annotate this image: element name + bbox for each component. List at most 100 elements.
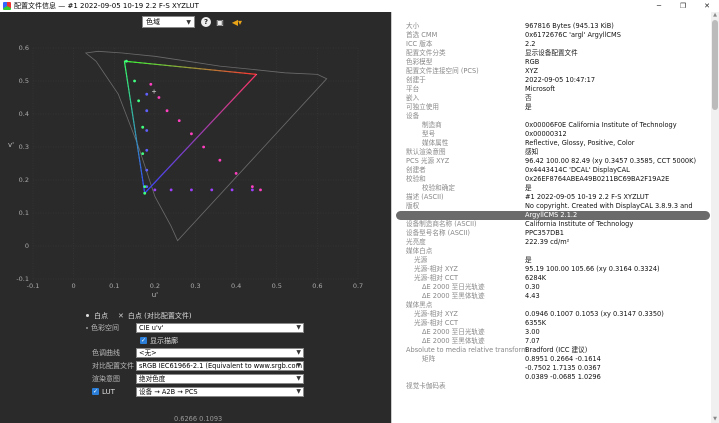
- scrollbar[interactable]: ▲ ▼: [711, 12, 719, 423]
- x-tick-label: 0.6: [312, 282, 322, 290]
- info-row[interactable]: 版权 No copyright. Created with DisplayCAL …: [392, 202, 712, 211]
- compare-white-point-legend: ✕ 白点 (对比配置文件): [118, 311, 192, 320]
- image-icon[interactable]: ▣: [215, 17, 225, 27]
- minimize-button[interactable]: ─: [647, 0, 671, 12]
- colorspace-combo[interactable]: CIE u'v' ▼: [136, 323, 304, 333]
- window-title: 配置文件信息 — #1 2022-09-05 10-19 2.2 F-S XYZ…: [14, 2, 199, 10]
- info-value: 3.00: [525, 328, 540, 336]
- info-row[interactable]: -0.7502 1.7135 0.0367: [392, 364, 712, 373]
- info-row[interactable]: 首选 CMM 0x6172676C 'argl' ArgyllCMS: [392, 31, 712, 40]
- info-row[interactable]: ΔE 2000 至黑体轨迹 7.07: [392, 337, 712, 346]
- info-row[interactable]: 可独立使用 是: [392, 103, 712, 112]
- info-row[interactable]: 平台 Microsoft: [392, 85, 712, 94]
- cursor-coords: 0.6266 0.1093: [174, 415, 223, 423]
- info-row[interactable]: 光亮度 222.39 cd/m²: [392, 238, 712, 247]
- data-point: [125, 59, 128, 63]
- info-row[interactable]: 描述 (ASCII) #1 2022-09-05 10-19 2.2 F-S XY…: [392, 193, 712, 202]
- info-value: 2022-09-05 10:47:17: [525, 76, 596, 84]
- info-row[interactable]: 大小 967816 Bytes (945.13 KiB): [392, 22, 712, 31]
- close-button[interactable]: ✕: [695, 0, 719, 12]
- y-tick-label: 0.3: [19, 143, 29, 151]
- data-point: [210, 188, 214, 192]
- info-row[interactable]: 校验和确定 是: [392, 184, 712, 193]
- x-tick-label: 0.4: [231, 282, 241, 290]
- info-row[interactable]: 校验和 0x26EF8764ABEA49B0211BC69BA2F19A2E: [392, 175, 712, 184]
- info-row[interactable]: 0.0389 -0.0685 1.0296: [392, 373, 712, 382]
- info-row[interactable]: 媒体黑点: [392, 301, 712, 310]
- info-row[interactable]: 光源-相对 CCT 6284K: [392, 274, 712, 283]
- checkbox-checked-icon[interactable]: ✓: [140, 337, 147, 344]
- info-row[interactable]: ΔE 2000 至日光轨迹 0.30: [392, 283, 712, 292]
- data-point: [145, 148, 149, 152]
- info-key: 矩阵: [422, 355, 436, 363]
- info-row[interactable]: 媒体白点: [392, 247, 712, 256]
- info-key: 光源-相对 CCT: [414, 319, 459, 327]
- y-tick-label: 0: [25, 242, 29, 250]
- lut-checkbox[interactable]: ✓ LUT: [92, 386, 115, 397]
- scroll-thumb[interactable]: [712, 20, 718, 110]
- info-row[interactable]: 光源-相对 CCT 6355K: [392, 319, 712, 328]
- info-key: 创建者: [406, 166, 426, 174]
- scroll-up-icon[interactable]: ▲: [711, 12, 719, 19]
- intent-combo[interactable]: 绝对色度 ▼: [136, 374, 304, 384]
- info-key: 平台: [406, 85, 420, 93]
- info-row[interactable]: PCS 光源 XYZ 96.42 100.00 82.49 (xy 0.3457 …: [392, 157, 712, 166]
- info-row[interactable]: 光源 是: [392, 256, 712, 265]
- info-row[interactable]: 设备: [392, 112, 712, 121]
- info-row[interactable]: 配置文件连接空间 (PCS) XYZ: [392, 67, 712, 76]
- info-value: Reflective, Glossy, Positive, Color: [525, 139, 635, 147]
- info-row[interactable]: 默认渲染意图 感知: [392, 148, 712, 157]
- info-row[interactable]: 色彩模型 RGB: [392, 58, 712, 67]
- info-row[interactable]: 创建于 2022-09-05 10:47:17: [392, 76, 712, 85]
- info-row[interactable]: 设备型号名称 (ASCII) PPC357DB1: [392, 229, 712, 238]
- compare-profile-combo[interactable]: sRGB IEC61966-2.1 (Equivalent to www.srg…: [136, 361, 304, 371]
- x-tick-label: 0.5: [272, 282, 282, 290]
- info-row[interactable]: ArgyllCMS 2.1.2: [396, 211, 710, 220]
- info-row[interactable]: 创建者 0x4443414C 'DCAL' DisplayCAL: [392, 166, 712, 175]
- data-point: [250, 185, 254, 189]
- y-tick-label: 0.1: [19, 209, 29, 217]
- info-key: 大小: [406, 22, 420, 30]
- tone-curve-combo[interactable]: <无> ▼: [136, 348, 304, 358]
- lut-combo[interactable]: 设备 → A2B → PCS ▼: [136, 387, 304, 397]
- info-row[interactable]: 嵌入 否: [392, 94, 712, 103]
- info-row[interactable]: 配置文件分类 显示设备配置文件: [392, 49, 712, 58]
- show-outline-checkbox[interactable]: ✓ 显示描廓: [140, 335, 178, 346]
- info-row[interactable]: 矩阵 0.8951 0.2664 -0.1614: [392, 355, 712, 364]
- info-row[interactable]: ΔE 2000 至日光轨迹 3.00: [392, 328, 712, 337]
- gamut-select[interactable]: 色域 ▼: [142, 16, 195, 28]
- info-row[interactable]: ΔE 2000 至黑体轨迹 4.43: [392, 292, 712, 301]
- info-row[interactable]: Absolute to media relative transform Brad…: [392, 346, 712, 355]
- gamut-panel: 色域 ▼ ? ▣ ◀▾ -0.1 0 0.1 0.2 0.3 0.4 0.5 0.6 0.7 0.…: [0, 12, 391, 423]
- info-row[interactable]: 光源-相对 XYZ 0.0946 0.1007 0.1053 (xy 0.3147…: [392, 310, 712, 319]
- info-key: PCS 光源 XYZ: [406, 157, 450, 165]
- info-row[interactable]: 型号 0x00000312: [392, 130, 712, 139]
- info-key: 配置文件分类: [406, 49, 446, 57]
- info-row[interactable]: 媒体属性 Reflective, Glossy, Positive, Color: [392, 139, 712, 148]
- info-key: 媒体属性: [422, 139, 449, 147]
- speaker-icon[interactable]: ◀▾: [229, 17, 245, 27]
- data-point: [190, 132, 193, 136]
- scroll-down-icon[interactable]: ▼: [711, 416, 719, 423]
- y-tick-label: 0.5: [19, 77, 29, 85]
- info-row[interactable]: 制造商 0x00006F0E California Institute of Te…: [392, 121, 712, 130]
- y-tick-label: 0.6: [19, 44, 29, 52]
- info-row[interactable]: 设备制造商名称 (ASCII) California Institute of T…: [392, 220, 712, 229]
- info-key: 媒体黑点: [406, 301, 433, 309]
- x-tick-label: 0.1: [109, 282, 119, 290]
- info-key: 光源: [414, 256, 428, 264]
- info-key: 校验和: [406, 175, 426, 183]
- profile-info-panel[interactable]: 大小 967816 Bytes (945.13 KiB) 首选 CMM 0x61726…: [391, 12, 719, 423]
- help-icon[interactable]: ?: [201, 17, 211, 27]
- maximize-button[interactable]: ❐: [671, 0, 695, 12]
- info-key: 光亮度: [406, 238, 426, 246]
- info-row[interactable]: 光源-相对 XYZ 95.19 100.00 105.66 (xy 0.3164 …: [392, 265, 712, 274]
- checkbox-checked-icon[interactable]: ✓: [92, 388, 99, 395]
- info-value: 感知: [525, 148, 539, 156]
- gamut-plot[interactable]: -0.1 0 0.1 0.2 0.3 0.4 0.5 0.6 0.7 0.6 0.5 0.4 0.3 0.…: [0, 34, 391, 306]
- white-point-marker: [86, 314, 89, 317]
- info-row[interactable]: ICC 版本 2.2: [392, 40, 712, 49]
- info-key: 嵌入: [406, 94, 420, 102]
- info-value: 4.43: [525, 292, 540, 300]
- info-row[interactable]: 视觉卡伽码表: [392, 382, 712, 391]
